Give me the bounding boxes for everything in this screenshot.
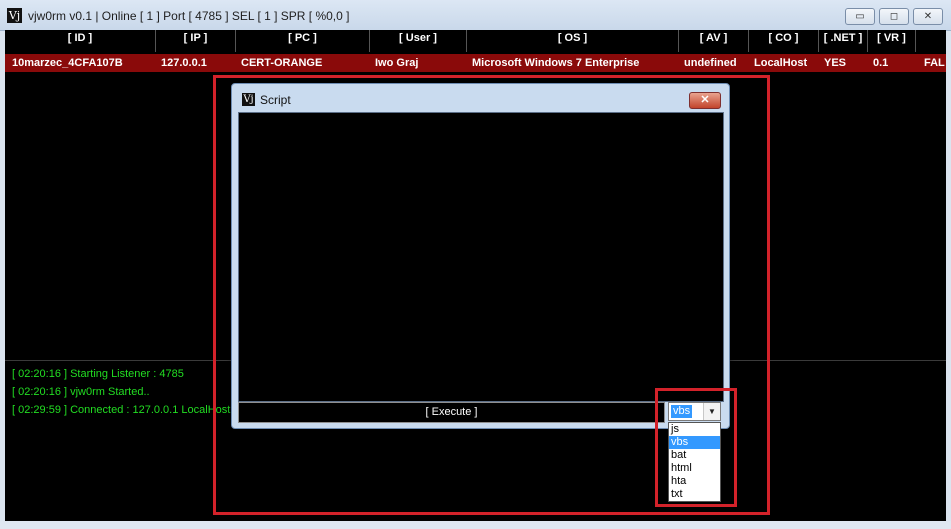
table-row[interactable]: 10marzec_4CFA107B 127.0.0.1 CERT-ORANGE … bbox=[5, 54, 946, 72]
log-line: [ 02:20:16 ] vjw0rm Started.. bbox=[12, 386, 150, 398]
execute-button[interactable]: [ Execute ] bbox=[238, 402, 665, 423]
cell-ip: 127.0.0.1 bbox=[161, 57, 207, 69]
column-header-user[interactable]: [ User ] bbox=[370, 30, 467, 52]
cell-vr: 0.1 bbox=[873, 57, 889, 69]
cell-pc: CERT-ORANGE bbox=[241, 57, 323, 69]
window-title: vjw0rm v0.1 | Online [ 1 ] Port [ 4785 ]… bbox=[28, 9, 350, 23]
column-header-id[interactable]: [ ID ] bbox=[5, 30, 156, 52]
script-dialog: Vj Script ✕ [ Execute ] vbs ▼ bbox=[231, 83, 730, 429]
log-line: [ 02:29:59 ] Connected : 127.0.0.1 Local… bbox=[12, 404, 231, 416]
status-bar bbox=[0, 521, 951, 529]
option-html[interactable]: html bbox=[669, 462, 720, 475]
chevron-down-icon[interactable]: ▼ bbox=[703, 403, 720, 420]
cell-extra: FAL bbox=[924, 57, 945, 69]
table-header: [ ID ] [ IP ] [ PC ] [ User ] [ OS ] [ A… bbox=[5, 30, 946, 52]
option-js[interactable]: js bbox=[669, 423, 720, 436]
maximize-button[interactable]: ◻ bbox=[879, 8, 909, 25]
app-logo-icon: Vj bbox=[7, 8, 22, 23]
script-type-dropdown: js vbs bat html hta txt bbox=[668, 422, 721, 502]
column-header-vr[interactable]: [ VR ] bbox=[868, 30, 916, 52]
minimize-button[interactable]: ▭ bbox=[845, 8, 875, 25]
cell-av: undefined bbox=[684, 57, 737, 69]
dialog-title: Script bbox=[260, 93, 291, 107]
column-header-os[interactable]: [ OS ] bbox=[467, 30, 679, 52]
log-line: [ 02:20:16 ] Starting Listener : 4785 bbox=[12, 368, 184, 380]
column-header-net[interactable]: [ .NET ] bbox=[819, 30, 868, 52]
cell-co: LocalHost bbox=[754, 57, 808, 69]
option-bat[interactable]: bat bbox=[669, 449, 720, 462]
dialog-close-button[interactable]: ✕ bbox=[689, 92, 721, 109]
log-panel: [ 02:20:16 ] Starting Listener : 4785 [ … bbox=[12, 365, 230, 419]
title-bar: Vj vjw0rm v0.1 | Online [ 1 ] Port [ 478… bbox=[0, 0, 951, 31]
option-hta[interactable]: hta bbox=[669, 475, 720, 488]
close-button[interactable]: ✕ bbox=[913, 8, 943, 25]
cell-os: Microsoft Windows 7 Enterprise bbox=[472, 57, 640, 69]
column-header-ip[interactable]: [ IP ] bbox=[156, 30, 236, 52]
option-txt[interactable]: txt bbox=[669, 488, 720, 501]
dialog-logo-icon: Vj bbox=[242, 93, 255, 106]
column-header-co[interactable]: [ CO ] bbox=[749, 30, 819, 52]
column-header-pc[interactable]: [ PC ] bbox=[236, 30, 370, 52]
script-editor[interactable] bbox=[238, 112, 724, 402]
cell-user: Iwo Graj bbox=[375, 57, 419, 69]
option-vbs[interactable]: vbs bbox=[669, 436, 720, 449]
column-header-av[interactable]: [ AV ] bbox=[679, 30, 749, 52]
cell-net: YES bbox=[824, 57, 847, 69]
cell-id: 10marzec_4CFA107B bbox=[12, 57, 123, 69]
script-type-value: vbs bbox=[671, 405, 693, 418]
script-type-select[interactable]: vbs ▼ bbox=[668, 402, 721, 421]
